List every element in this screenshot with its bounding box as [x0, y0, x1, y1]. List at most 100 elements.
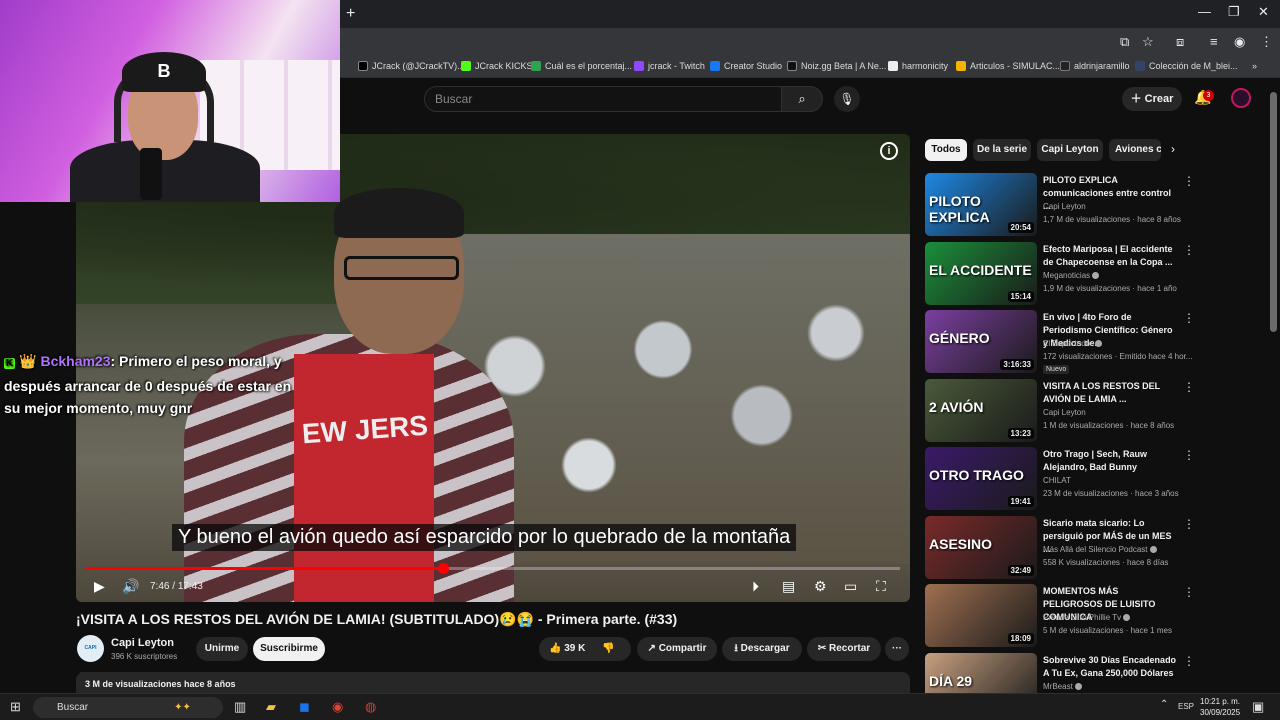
fullscreen-icon[interactable]: ⛶	[876, 578, 886, 595]
video-thumbnail[interactable]: ASESINO 32:49	[925, 515, 1037, 579]
channel-avatar[interactable]: CAPI LEYTON	[77, 635, 104, 678]
more-bookmarks-icon[interactable]: »	[1252, 61, 1257, 71]
recommendation-item[interactable]: OTRO TRAGO 19:41 Otro Trago | Sech, Rauw A…	[925, 447, 1195, 511]
dislike-icon[interactable]: 👎	[602, 643, 614, 654]
new-tab-button[interactable]: +	[346, 5, 355, 23]
bookmark-item[interactable]: aldrinjaramillo	[1060, 61, 1130, 71]
video-thumbnail[interactable]: OTRO TRAGO 19:41	[925, 447, 1037, 510]
kebab-menu-icon[interactable]: ⋮	[1183, 311, 1195, 325]
create-button[interactable]: ＋ Crear	[1122, 87, 1182, 111]
like-count[interactable]: 39 K	[564, 643, 585, 654]
bookmark-item[interactable]: harmonicity	[888, 61, 948, 71]
mic-button[interactable]: 🎙	[834, 86, 860, 112]
kebab-menu-icon[interactable]: ⋮	[1183, 517, 1195, 531]
windows-start-icon[interactable]: ⊞	[10, 699, 21, 715]
recommendation-item[interactable]: ASESINO 32:49 Sicario mata sicario: Lo per…	[925, 515, 1195, 580]
bookmark-item[interactable]: jcrack - Twitch	[634, 61, 705, 71]
notifications-icon[interactable]: ▣	[1252, 699, 1264, 715]
chip-aviones[interactable]: Aviones c	[1109, 139, 1161, 161]
recommendation-item[interactable]: PILOTO EXPLICA 20:54 PILOTO EXPLICA comuni…	[925, 173, 1195, 237]
search-button[interactable]: ⌕	[781, 86, 823, 112]
recommendation-channel[interactable]: MrBeast	[1043, 682, 1082, 691]
recommendation-title[interactable]: Efecto Mariposa | El accidente de Chapec…	[1043, 243, 1178, 269]
clip-button[interactable]: ✂ Recortar	[807, 637, 881, 661]
search-input[interactable]: Buscar	[424, 86, 782, 112]
kebab-menu-icon[interactable]: ⋮	[1183, 654, 1195, 668]
video-thumbnail[interactable]: PILOTO EXPLICA 20:54	[925, 173, 1037, 236]
chevron-right-icon[interactable]: ›	[1171, 142, 1175, 156]
bookmark-item[interactable]: Colección de M_blei...	[1135, 61, 1238, 71]
more-actions-button[interactable]: ···	[885, 637, 909, 661]
kebab-menu-icon[interactable]: ⋮	[1183, 243, 1195, 257]
recommendation-item[interactable]: 2 AVIÓN 13:23 VISITA A LOS RESTOS DEL AVIÓ…	[925, 378, 1195, 443]
join-button[interactable]: Unirme	[196, 637, 248, 661]
recommendation-item[interactable]: EL ACCIDENTE 15:14 Efecto Mariposa | El ac…	[925, 241, 1195, 306]
profile-icon[interactable]: ◉	[1234, 34, 1245, 50]
avatar[interactable]	[1231, 88, 1251, 108]
chip-capi-leyton[interactable]: Capi Leyton	[1037, 139, 1103, 161]
recommendation-title[interactable]: Sobrevive 30 Días Encadenado A Tu Ex, Ga…	[1043, 654, 1178, 680]
recommendation-channel[interactable]: El Espectador	[1043, 339, 1102, 348]
share-button[interactable]: ↗ Compartir	[637, 637, 717, 661]
settings-icon[interactable]: ⚙	[814, 578, 827, 595]
channel-name[interactable]: Capi Leyton	[111, 637, 174, 649]
file-explorer-icon[interactable]: ▰	[266, 699, 276, 715]
cast-icon[interactable]: ⧉	[1120, 34, 1129, 50]
outlook-icon[interactable]: ◼	[299, 699, 310, 715]
recommendation-item[interactable]: GÉNERO 3:16:33 En vivo | 4to Foro de Perio…	[925, 310, 1195, 374]
recommendation-item[interactable]: 18:09 MOMENTOS MÁS PELIGROSOS DE LUISITO …	[925, 584, 1195, 648]
chip-todos[interactable]: Todos	[925, 139, 967, 161]
volume-icon[interactable]: 🔊	[122, 578, 139, 595]
scrubber-handle[interactable]	[437, 563, 449, 574]
recommendation-title[interactable]: VISITA A LOS RESTOS DEL AVIÓN DE LAMIA .…	[1043, 380, 1178, 406]
subscribe-button[interactable]: Suscribirme	[253, 637, 325, 661]
captions-icon[interactable]: ▤	[782, 578, 795, 595]
subscriber-count: 396 K suscriptores	[111, 652, 178, 661]
caption-text: Y bueno el avión quedo así esparcido por…	[172, 524, 797, 551]
extensions-icon[interactable]: ⧈	[1176, 34, 1184, 50]
kebab-menu-icon[interactable]: ⋮	[1183, 174, 1195, 188]
bookmark-item[interactable]: Cuál es el porcentaj...	[531, 61, 632, 71]
recommendation-channel[interactable]: Más Allá del Silencio Podcast	[1043, 545, 1157, 554]
star-icon[interactable]: ☆	[1142, 34, 1154, 50]
progress-bar[interactable]	[86, 563, 900, 574]
recommendation-channel[interactable]: Meganoticias	[1043, 271, 1100, 280]
kebab-menu-icon[interactable]: ⋮	[1183, 448, 1195, 462]
recommendation-channel[interactable]: Capi Leyton	[1043, 202, 1086, 211]
obs-icon[interactable]: ◍	[365, 699, 376, 715]
recommendation-channel[interactable]: Prende Otro Phillie Tv	[1043, 613, 1131, 622]
video-thumbnail[interactable]: EL ACCIDENTE 15:14	[925, 241, 1037, 305]
close-icon[interactable]: ✕	[1258, 4, 1269, 20]
download-button[interactable]: ⭳ Descargar	[722, 637, 802, 661]
video-thumbnail[interactable]: 18:09	[925, 584, 1037, 647]
chip-de-la-serie[interactable]: De la serie	[973, 139, 1031, 161]
chrome-icon[interactable]: ◉	[332, 699, 343, 715]
scrollbar[interactable]	[1270, 92, 1277, 332]
autoplay-toggle-icon[interactable]: ⏵	[752, 578, 759, 595]
play-icon[interactable]: ▶	[94, 578, 105, 595]
menu-icon[interactable]: ⋮	[1260, 34, 1273, 50]
video-thumbnail[interactable]: GÉNERO 3:16:33	[925, 310, 1037, 373]
language-indicator[interactable]: ESP	[1178, 702, 1194, 711]
clock[interactable]: 10:21 p. m. 30/09/2025	[1200, 696, 1240, 718]
bookmark-item[interactable]: JCrack (@JCrackTV)...	[358, 61, 465, 71]
like-icon[interactable]: 👍	[549, 643, 561, 654]
tray-chevron-icon[interactable]: ⌃	[1160, 699, 1168, 710]
theater-mode-icon[interactable]: ▭	[844, 578, 857, 595]
kebab-menu-icon[interactable]: ⋮	[1183, 380, 1195, 394]
taskbar-search[interactable]: Buscar ✦✦	[33, 697, 223, 718]
kebab-menu-icon[interactable]: ⋮	[1183, 585, 1195, 599]
video-thumbnail[interactable]: 2 AVIÓN 13:23	[925, 378, 1037, 442]
minimize-icon[interactable]: —	[1198, 4, 1211, 19]
bookmark-item[interactable]: Noiz.gg Beta | A Ne...	[787, 61, 886, 71]
task-view-icon[interactable]: ▥	[234, 699, 246, 715]
bookmark-item[interactable]: JCrack KICKS	[461, 61, 533, 71]
recommendation-title[interactable]: Otro Trago | Sech, Rauw Alejandro, Bad B…	[1043, 448, 1178, 474]
info-icon[interactable]: i	[880, 142, 898, 160]
bookmark-item[interactable]: Creator Studio	[710, 61, 782, 71]
restore-icon[interactable]: ❐	[1228, 4, 1240, 20]
bookmark-item[interactable]: Articulos - SIMULAC...	[956, 61, 1060, 71]
recommendation-channel[interactable]: CHILAT	[1043, 476, 1071, 485]
media-icon[interactable]: ≡	[1210, 34, 1218, 49]
recommendation-channel[interactable]: Capi Leyton	[1043, 408, 1086, 417]
